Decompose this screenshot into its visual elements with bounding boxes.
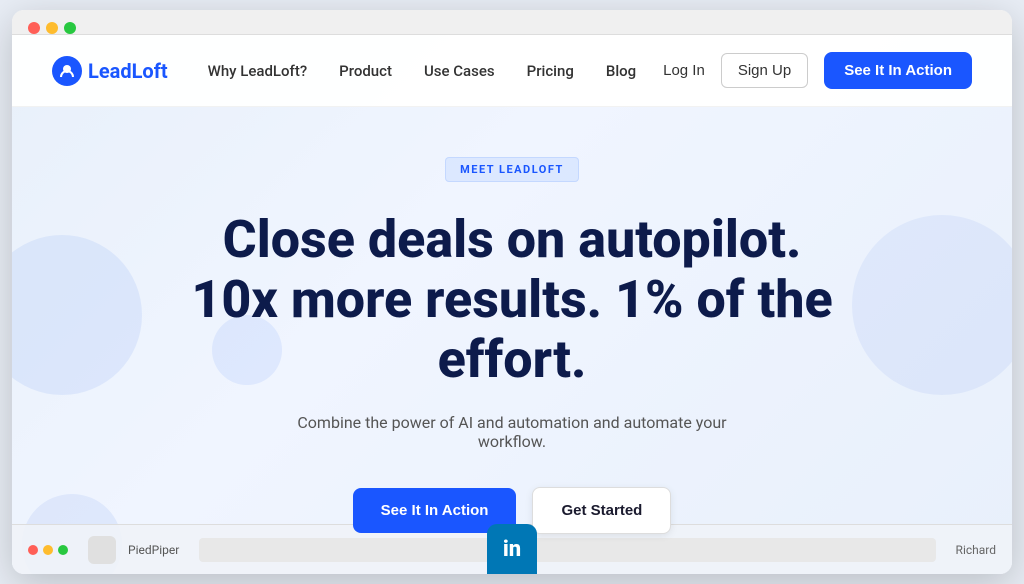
linkedin-icon[interactable]: in [487,524,537,574]
hero-section: MEET LEADLOFT Close deals on autopilot. … [12,107,1012,574]
browser-content: LeadLoft Why LeadLoft? Product Use Cases… [12,35,1012,574]
nav-link-pricing[interactable]: Pricing [527,62,574,80]
get-started-button[interactable]: Get Started [532,487,671,534]
login-button[interactable]: Log In [663,62,705,79]
traffic-lights [28,22,76,34]
browser-chrome [12,10,1012,35]
logo-icon [52,56,82,86]
logo-text: LeadLoft [88,59,168,83]
logo[interactable]: LeadLoft [52,56,168,86]
signup-button[interactable]: Sign Up [721,53,808,88]
nav-link-why[interactable]: Why LeadLoft? [208,62,308,80]
hero-headline-line1: Close deals on autopilot. [223,209,802,270]
hero-headline: Close deals on autopilot. 10x more resul… [162,210,862,389]
minimize-button[interactable] [46,22,58,34]
nav-link-use-cases[interactable]: Use Cases [424,62,495,80]
browser-window: LeadLoft Why LeadLoft? Product Use Cases… [12,10,1012,574]
nav-link-blog[interactable]: Blog [606,62,636,80]
navbar: LeadLoft Why LeadLoft? Product Use Cases… [12,35,1012,107]
hero-subtext: Combine the power of AI and automation a… [272,413,752,451]
close-button[interactable] [28,22,40,34]
nav-links: Why LeadLoft? Product Use Cases Pricing … [208,62,663,80]
hero-headline-line2: 10x more results. 1% of the effort. [191,269,832,390]
nav-link-product[interactable]: Product [339,62,392,80]
nav-actions: Log In Sign Up See It In Action [663,52,972,89]
fullscreen-button[interactable] [64,22,76,34]
meet-badge: MEET LEADLOFT [445,157,579,182]
nav-cta-button[interactable]: See It In Action [824,52,972,89]
